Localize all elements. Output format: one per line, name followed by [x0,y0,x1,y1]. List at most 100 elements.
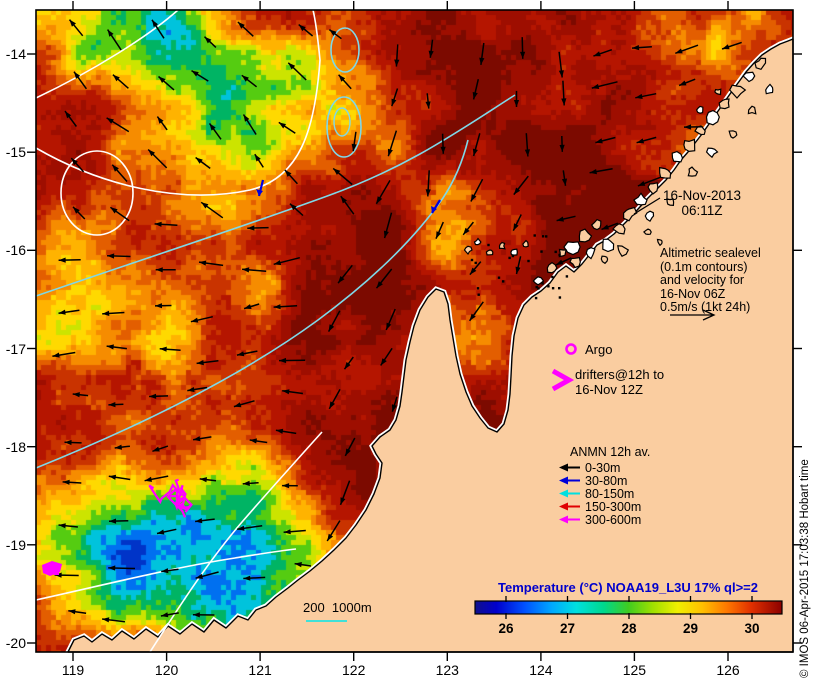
y-axis-tick-label: -15 [5,144,26,161]
y-axis-tick-label: -14 [5,46,26,62]
anmn-legend-item: 150-300m [556,500,650,514]
velocity-arrow-head [107,253,115,259]
islet-speck [535,285,538,289]
island [671,150,684,163]
velocity-arrow-head [513,100,520,107]
velocity-arrow-head [106,117,114,124]
sealevel-contour-loop [326,96,362,158]
x-axis-tick-label: 125 [622,662,647,678]
islet-speck [477,293,480,296]
island [510,248,518,256]
velocity-arrow-head [187,387,195,393]
velocity-arrow-head [340,497,346,505]
island [695,105,704,114]
velocity-arrow-head [559,144,565,152]
velocity-arrow-head [233,402,242,408]
anmn-legend: ANMN 12h av. 0-30m 30-80m 80-150m 150-300m 3… [556,445,651,527]
velocity-arrow-head [391,98,397,107]
velocity-arrow-head [595,138,603,144]
land-polygon [67,38,794,653]
velocity-arrow-head [109,518,117,524]
y-axis-tick-label: -17 [5,340,26,357]
anmn-depth-label: 0-30m [585,460,621,475]
velocity-arrow-head [195,573,203,579]
velocity-arrow-head [282,389,290,395]
velocity-arrow-head [64,439,72,446]
velocity-arrow-head [155,303,162,309]
velocity-arrow-head [722,44,730,50]
velocity-arrow-head [561,98,567,106]
map-overlay-svg [27,1,802,661]
velocity-arrow-head [108,474,117,480]
depth-arrow-icon [559,489,580,498]
y-axis-tick-label: -16 [5,242,26,259]
altimetric-text-line: 16-Nov 06Z [660,286,726,301]
islet-speck [497,276,501,279]
velocity-arrow-head [376,196,383,204]
velocity-arrow-head [152,446,160,452]
islet-speck [533,234,536,237]
velocity-arrow-head [278,122,286,129]
velocity-arrow-head [436,231,442,239]
velocity-arrow-head [329,401,335,409]
velocity-arrow-head [58,309,66,315]
bathymetry-legend-label: 200 1000m [303,600,372,615]
x-axis-tick-label: 123 [435,662,459,678]
velocity-arrow-head [636,138,645,144]
date-text: 16-Nov-2013 [662,188,742,203]
islet-speck [541,282,544,285]
islet-speck [554,250,557,254]
islet-speck [508,256,511,260]
velocity-arrow-head [249,438,257,444]
islet-speck [502,280,505,283]
sealevel-contour [35,548,297,601]
colorbar-tick-label: 28 [621,621,637,636]
anmn-legend-title: ANMN 12h av. [570,445,651,459]
islet-speck [476,287,480,290]
island [658,166,672,179]
island [578,228,593,243]
altimetric-text-line: (0.1m contours) [660,259,748,274]
velocity-arrow-head [675,48,683,54]
velocity-arrow-head [273,304,281,310]
sst-map-figure: 16-Nov-2013 06:11Z Altimetric sealevel (0… [0,0,820,680]
islet-speck [551,287,555,290]
sealevel-contour [35,94,516,297]
velocity-arrow-head [62,479,70,485]
depth-arrow-icon [559,463,580,472]
sealevel-contour [35,9,179,99]
x-axis-tick-label: 124 [529,662,553,678]
islet-speck [558,253,561,257]
depth-arrow-icon [559,502,580,511]
islet-speck [534,296,538,300]
island [590,218,602,231]
argo-legend-label: Argo [585,342,613,357]
islet-speck [540,250,543,253]
velocity-arrow-head [254,154,261,162]
anmn-legend-rows: 0-30m 30-80m 80-150m 150-300m 300-600m [556,460,650,527]
x-axis-tick-label: 119 [61,662,85,678]
anmn-depth-label: 300-600m [585,512,642,527]
islet-speck [551,275,554,279]
velocity-arrow-head [192,612,200,618]
velocity-arrow-head [380,358,387,366]
altimetric-text-line: Altimetric sealevel [660,246,761,260]
velocity-arrow-head [513,223,519,231]
velocity-arrow-head [637,181,646,186]
x-axis-tick-label: 126 [716,662,740,678]
time-text: 06:11Z [681,203,723,218]
island [563,241,581,256]
islet-speck [527,259,530,263]
velocity-arrow-head [244,304,252,309]
velocity-arrow-head [243,114,250,122]
velocity-arrow-head [149,393,157,399]
datetime-annotation: 16-Nov-2013 06:11Z [642,188,762,218]
sealevel-contour-loop [60,150,134,236]
velocity-arrow-head [386,322,392,330]
velocity-arrow-head [193,436,201,442]
islet-speck [558,296,562,299]
velocity-arrow-head [155,267,163,273]
velocity-arrow-head [328,324,335,332]
island [498,241,506,250]
islet-speck [487,243,490,247]
